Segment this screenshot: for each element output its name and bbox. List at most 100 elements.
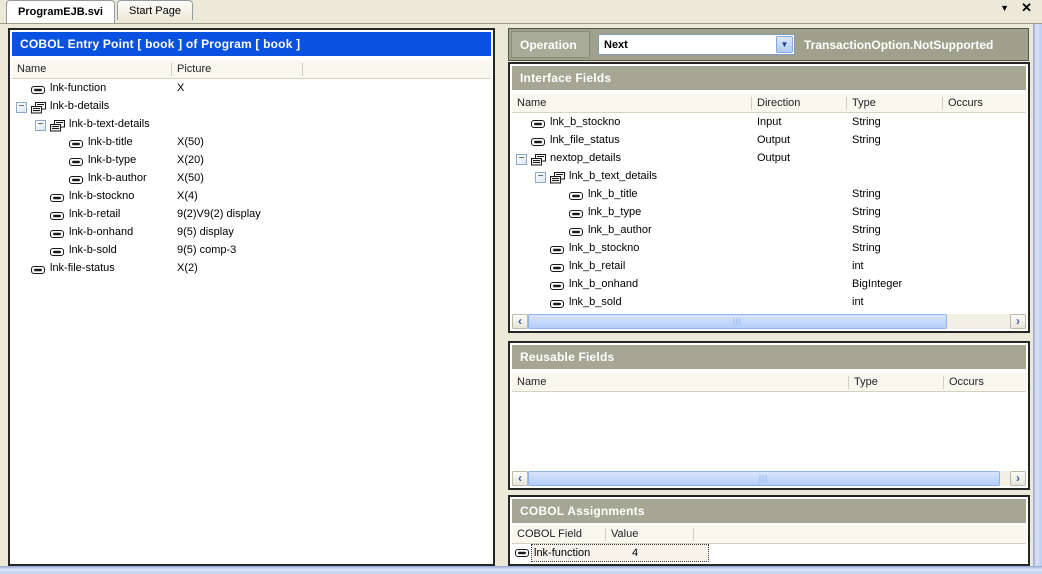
field-icon — [530, 118, 547, 130]
tree-value-cell — [943, 203, 1026, 221]
tree-name-cell: lnk_b_type — [512, 203, 752, 221]
column-header-value[interactable]: Value — [606, 528, 694, 541]
scroll-right-icon[interactable]: › — [1010, 471, 1026, 486]
table-row[interactable]: lnk_file_statusOutputString — [512, 131, 1026, 149]
assignment-row[interactable]: lnk-function4 — [512, 544, 1026, 562]
table-row[interactable]: lnk_b_retailint — [512, 257, 1026, 275]
table-row[interactable]: lnk-b-retail9(2)V9(2) display — [12, 205, 491, 223]
table-row[interactable]: −lnk-b-text-details — [12, 115, 491, 133]
table-row[interactable]: lnk-file-statusX(2) — [12, 259, 491, 277]
scroll-left-icon[interactable]: ‹ — [512, 314, 528, 329]
collapse-toggle-icon[interactable]: − — [516, 154, 527, 165]
table-row[interactable]: lnk_b_onhandBigInteger — [512, 275, 1026, 293]
field-icon — [68, 138, 85, 150]
table-row[interactable]: lnk-b-titleX(50) — [12, 133, 491, 151]
interface-horizontal-scrollbar[interactable]: ‹ › — [512, 314, 1026, 329]
tree-name-cell: lnk-b-onhand — [12, 223, 172, 241]
window-frame-right — [1033, 24, 1042, 574]
column-header-picture[interactable]: Picture — [172, 63, 303, 76]
field-icon — [530, 136, 547, 148]
table-row[interactable]: lnk-b-stocknoX(4) — [12, 187, 491, 205]
column-header-occurs[interactable]: Occurs — [944, 376, 1026, 389]
tree-value-cell: String — [847, 239, 943, 257]
window-menu-icon[interactable]: ▼ — [1000, 3, 1009, 13]
group-record-icon — [30, 102, 47, 114]
column-header-occurs[interactable]: Occurs — [943, 97, 1026, 110]
operation-select[interactable]: Next ▼ — [598, 34, 795, 55]
tree-value-cell — [847, 149, 943, 167]
tab-start-page[interactable]: Start Page — [117, 0, 193, 20]
tree-name-cell: lnk_b_title — [512, 185, 752, 203]
tree-value-cell — [943, 113, 1026, 131]
tree-value-cell: X(2) — [172, 259, 303, 277]
table-row[interactable]: −lnk-b-details — [12, 97, 491, 115]
table-row[interactable]: lnk-b-authorX(50) — [12, 169, 491, 187]
indent-spacer — [12, 232, 35, 233]
scrollbar-thumb[interactable] — [528, 471, 1000, 486]
tree-name-cell: lnk_b_stockno — [512, 239, 752, 257]
collapse-toggle-icon[interactable]: − — [535, 172, 546, 183]
tree-value-cell — [172, 97, 303, 115]
close-icon[interactable]: ✕ — [1021, 3, 1032, 13]
column-header-name[interactable]: Name — [512, 376, 849, 389]
field-name: lnk-b-title — [88, 136, 133, 148]
table-row[interactable]: lnk-b-sold9(5) comp-3 — [12, 241, 491, 259]
column-header-type[interactable]: Type — [849, 376, 944, 389]
interface-column-header: Name Direction Type Occurs — [512, 94, 1026, 113]
tree-value-cell — [943, 149, 1026, 167]
operation-bar: Operation Next ▼ TransactionOption.NotSu… — [508, 28, 1029, 61]
selected-assignment[interactable]: lnk-function4 — [531, 544, 709, 562]
tree-name-cell: lnk_b_onhand — [512, 275, 752, 293]
tree-value-cell — [752, 239, 847, 257]
left-column-header: Name Picture — [12, 60, 491, 79]
scroll-right-icon[interactable]: › — [1010, 314, 1026, 329]
column-header-type[interactable]: Type — [847, 97, 943, 110]
field-name: lnk-b-sold — [69, 244, 117, 256]
table-row[interactable]: −nextop_detailsOutput — [512, 149, 1026, 167]
indent-spacer — [512, 194, 554, 195]
column-header-name[interactable]: Name — [12, 63, 172, 76]
column-header-cobol-field[interactable]: COBOL Field — [512, 528, 606, 541]
tab-programejb-svi[interactable]: ProgramEJB.svi — [6, 0, 115, 23]
table-row[interactable]: lnk-functionX — [12, 79, 491, 97]
field-icon — [514, 547, 531, 559]
table-row[interactable]: lnk_b_type String — [512, 203, 1026, 221]
tree-value-cell — [303, 205, 491, 223]
tree-value-cell: String — [847, 131, 943, 149]
tree-value-cell: String — [847, 203, 943, 221]
scrollbar-track[interactable] — [528, 471, 1010, 486]
table-row[interactable]: lnk_b_authorString — [512, 221, 1026, 239]
tree-value-cell — [752, 221, 847, 239]
tree-value-cell — [303, 223, 491, 241]
field-icon — [549, 298, 566, 310]
column-header-name[interactable]: Name — [512, 97, 752, 110]
column-header-direction[interactable]: Direction — [752, 97, 847, 110]
table-row[interactable]: lnk_b_title String — [512, 185, 1026, 203]
table-row[interactable]: lnk_b_stockno String — [512, 239, 1026, 257]
collapse-toggle-icon[interactable]: − — [35, 120, 46, 131]
tree-value-cell: Output — [752, 131, 847, 149]
table-row[interactable]: lnk_b_soldint — [512, 293, 1026, 311]
collapse-toggle-icon[interactable]: − — [16, 102, 27, 113]
table-row[interactable]: lnk-b-onhand9(5) display — [12, 223, 491, 241]
tree-value-cell: int — [847, 293, 943, 311]
chevron-down-icon[interactable]: ▼ — [776, 36, 793, 53]
field-name: lnk_b_retail — [569, 260, 625, 272]
table-row[interactable]: lnk_b_stocknoInputString — [512, 113, 1026, 131]
table-row[interactable]: lnk-b-typeX(20) — [12, 151, 491, 169]
tree-value-cell: X — [172, 79, 303, 97]
tree-value-cell: X(4) — [172, 187, 303, 205]
field-name: lnk_b_text_details — [569, 170, 657, 182]
tree-value-cell: String — [847, 185, 943, 203]
field-name: lnk_b_author — [588, 224, 652, 236]
table-row[interactable]: − lnk_b_text_details — [512, 167, 1026, 185]
reusable-horizontal-scrollbar[interactable]: ‹ › — [512, 471, 1026, 486]
tree-name-cell: lnk-file-status — [12, 259, 172, 277]
tree-value-cell: String — [847, 113, 943, 131]
scroll-left-icon[interactable]: ‹ — [512, 471, 528, 486]
scrollbar-track[interactable] — [528, 314, 1010, 329]
tree-value-cell: 9(2)V9(2) display — [172, 205, 303, 223]
scrollbar-thumb[interactable] — [528, 314, 947, 329]
assignment-value[interactable]: 4 — [614, 547, 638, 559]
tree-value-cell — [303, 151, 491, 169]
